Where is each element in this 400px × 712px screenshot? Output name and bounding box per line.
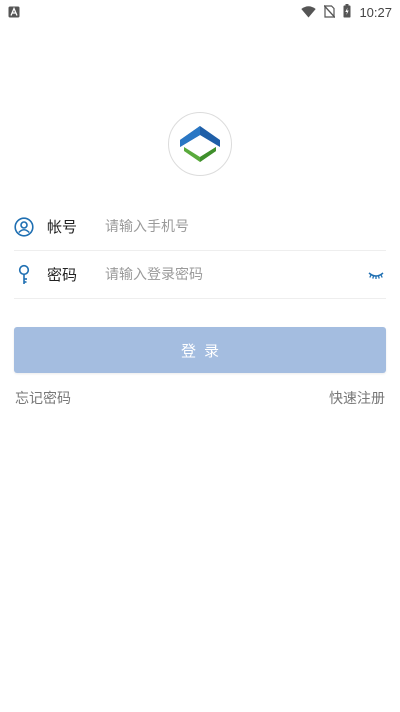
password-input[interactable]: [105, 266, 366, 283]
login-button[interactable]: 登录: [14, 327, 386, 373]
eye-closed-icon[interactable]: [366, 265, 386, 285]
register-link[interactable]: 快速注册: [329, 388, 385, 408]
wifi-icon: [301, 3, 317, 22]
forgot-password-link[interactable]: 忘记密码: [15, 388, 71, 408]
account-label: 帐号: [47, 218, 78, 236]
account-input[interactable]: [105, 218, 386, 235]
status-right: 10:27: [301, 3, 392, 22]
user-icon: [14, 216, 34, 237]
a-icon: [8, 3, 20, 22]
account-row: 帐号: [14, 203, 386, 251]
app-logo-icon: [180, 126, 220, 162]
password-label: 密码: [47, 266, 78, 284]
key-icon: [14, 264, 34, 285]
status-time: 10:27: [359, 4, 392, 20]
app-logo: [168, 112, 232, 176]
login-screen: 10:27 帐号 请输入手机号 密码 登录 忘记密码 快速注册: [0, 0, 400, 712]
battery-charging-icon: [343, 3, 351, 22]
password-row: 密码: [14, 251, 386, 299]
status-left: [8, 3, 20, 22]
status-bar: 10:27: [0, 0, 400, 24]
no-sim-icon: [323, 3, 336, 22]
